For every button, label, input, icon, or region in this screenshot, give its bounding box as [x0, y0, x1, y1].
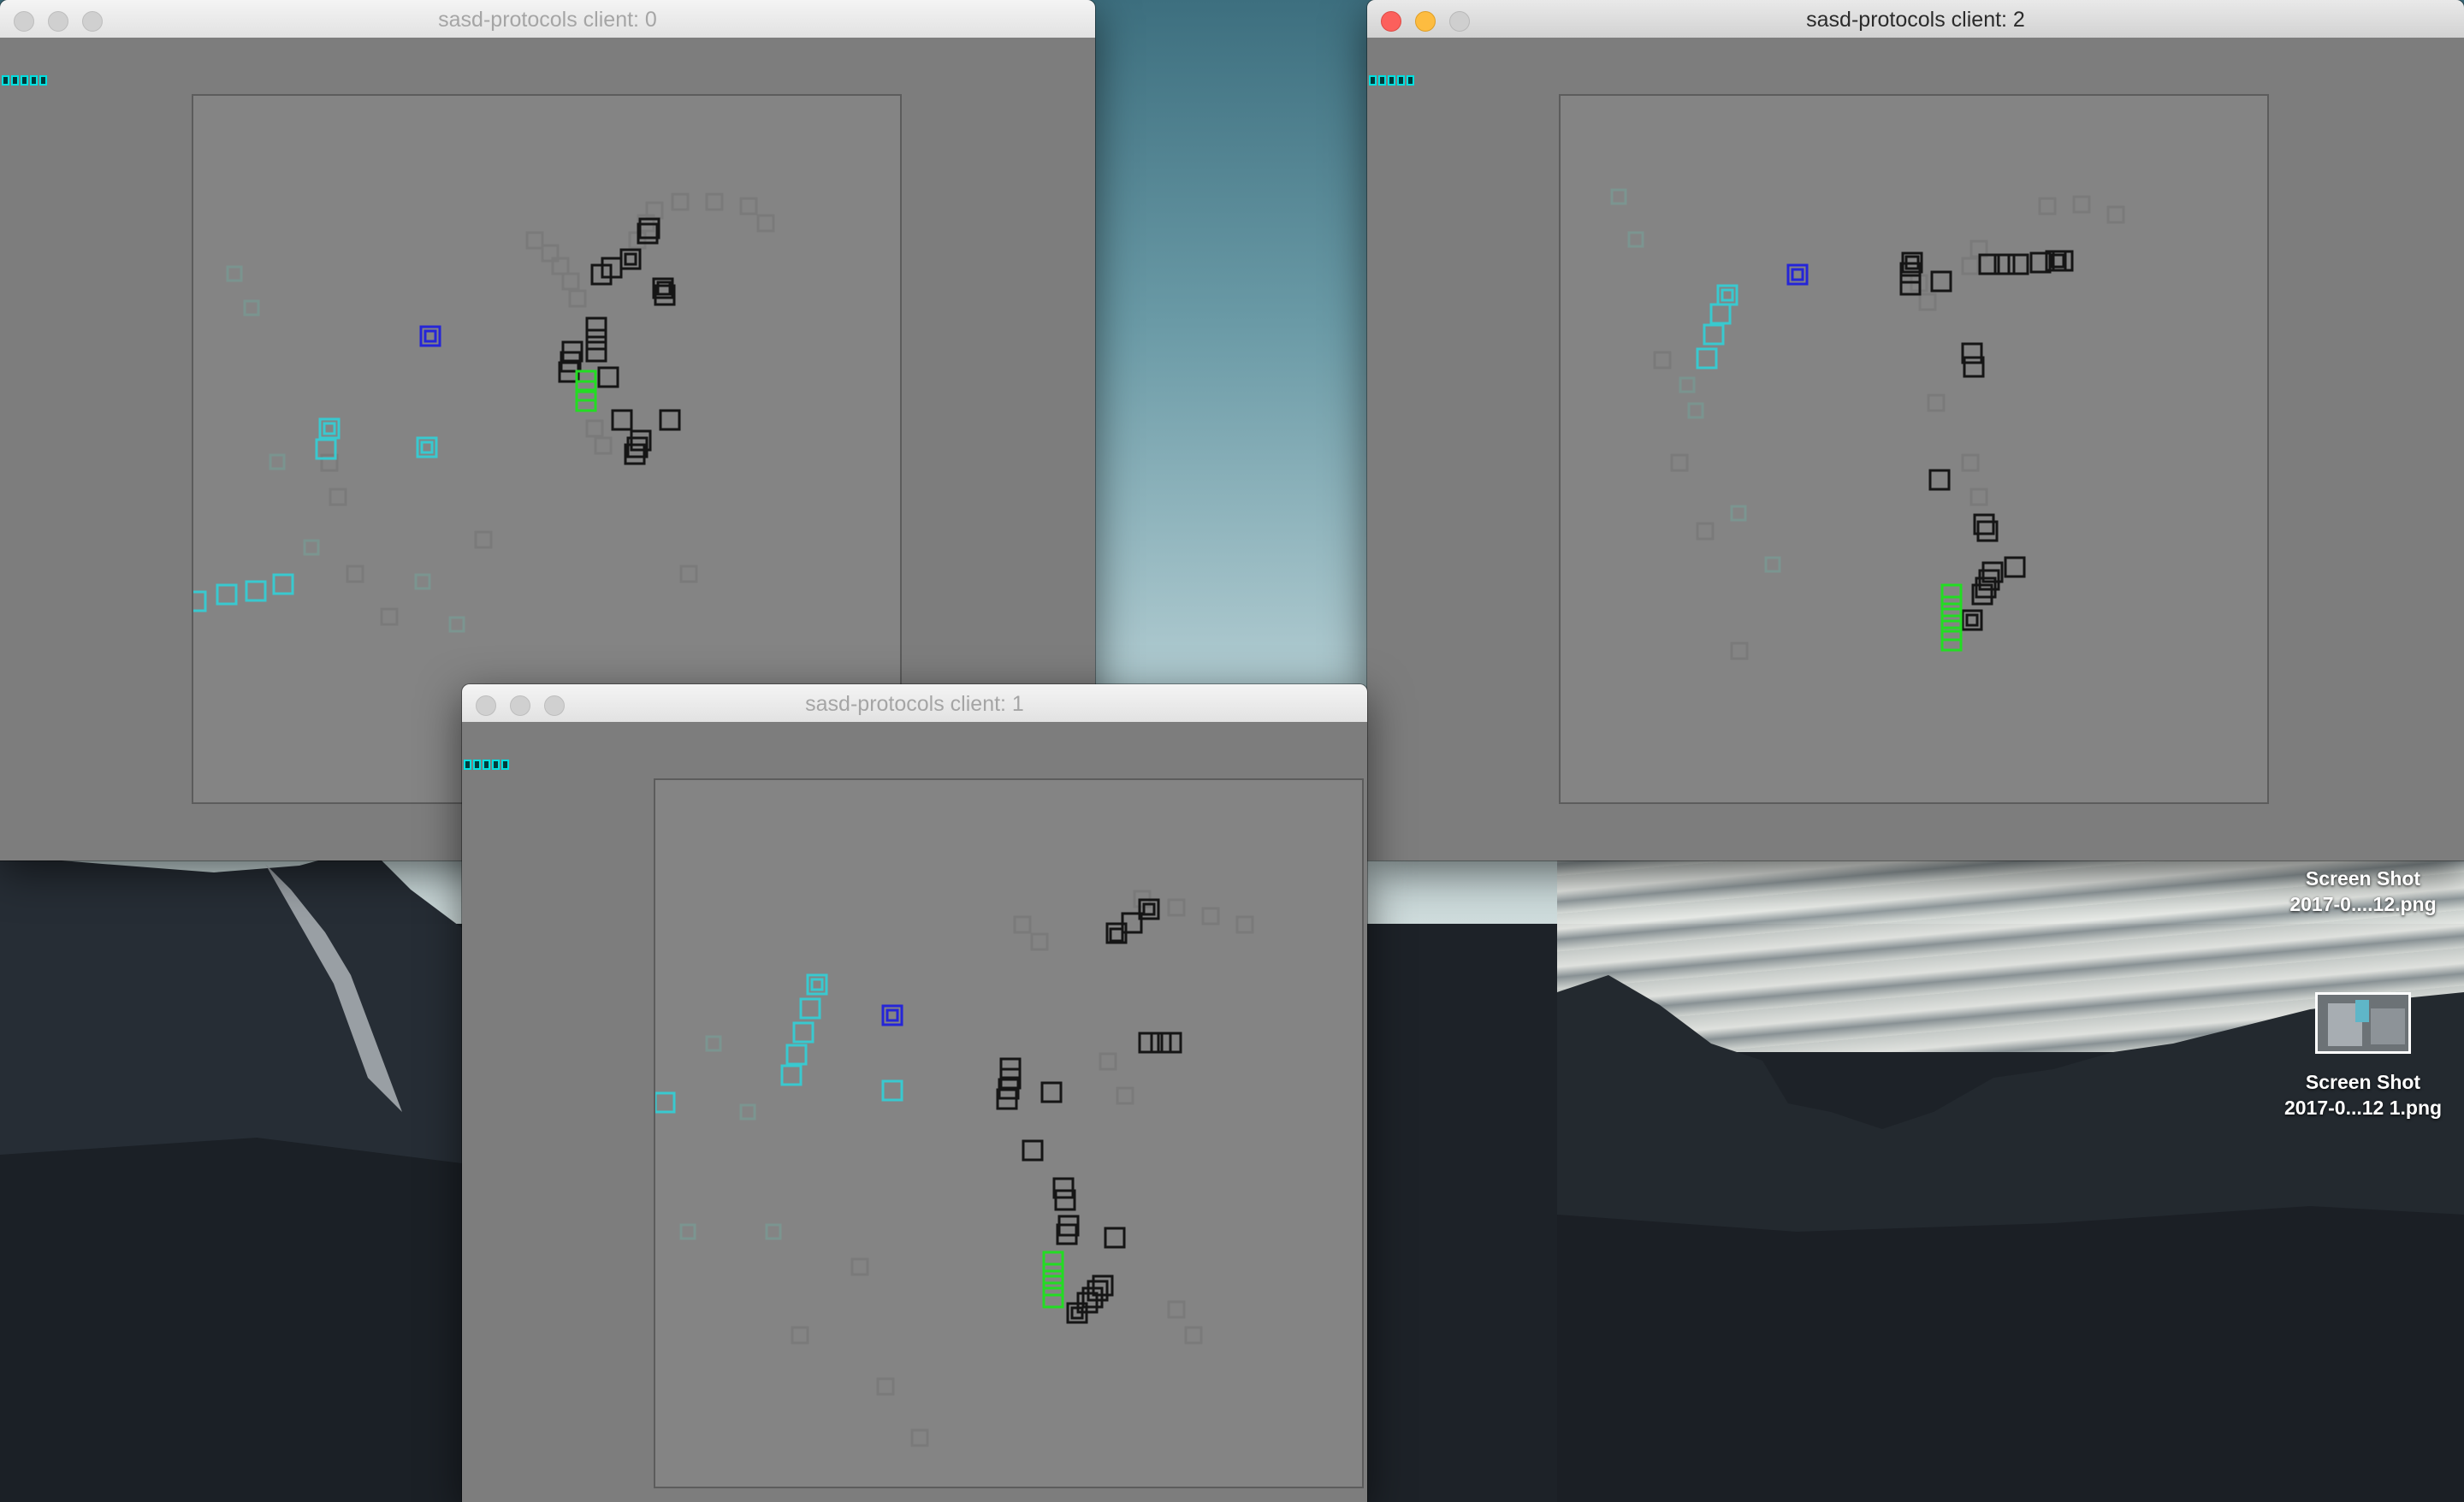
- client-1-titlebar[interactable]: sasd-protocols client: 1: [462, 684, 1367, 723]
- indicator-cell: [483, 760, 490, 770]
- client-0-titlebar[interactable]: sasd-protocols client: 0: [0, 0, 1095, 38]
- file-label-name: Screen Shot: [2305, 1071, 2421, 1093]
- simulation-drawing: [1610, 188, 2125, 660]
- status-indicator: [1369, 75, 1414, 86]
- window-title: sasd-protocols client: 0: [438, 8, 657, 32]
- client-2-titlebar[interactable]: sasd-protocols client: 2: [1367, 0, 2464, 38]
- indicator-cell: [2, 75, 9, 86]
- window-title: sasd-protocols client: 1: [805, 692, 1024, 716]
- indicator-cell: [1369, 75, 1377, 86]
- indicator-cell: [464, 760, 471, 770]
- simulation-canvas[interactable]: [654, 778, 1364, 1488]
- indicator-cell: [1407, 75, 1414, 86]
- indicator-cell: [1397, 75, 1405, 86]
- file-icon: [2315, 992, 2411, 1054]
- file-label-name: Screen Shot: [2305, 867, 2421, 890]
- desktop-file-1[interactable]: Screen Shot 2017-0....12.png: [2260, 855, 2464, 917]
- status-indicator: [464, 760, 509, 770]
- indicator-cell: [1388, 75, 1395, 86]
- indicator-cell: [501, 760, 509, 770]
- indicator-cell: [473, 760, 481, 770]
- client-2-window[interactable]: sasd-protocols client: 2: [1367, 0, 2464, 860]
- window-title: sasd-protocols client: 2: [1806, 8, 2025, 32]
- file-label-file: 2017-0....12.png: [2289, 893, 2437, 915]
- indicator-cell: [1378, 75, 1386, 86]
- client-1-content: [462, 722, 1367, 1502]
- indicator-cell: [492, 760, 500, 770]
- client-1-window[interactable]: sasd-protocols client: 1: [462, 684, 1367, 1502]
- indicator-cell: [21, 75, 28, 86]
- indicator-cell: [30, 75, 38, 86]
- status-indicator: [2, 75, 47, 86]
- desktop-file-2[interactable]: Screen Shot 2017-0...12 1.png: [2260, 992, 2464, 1121]
- file-icon: [2260, 855, 2464, 866]
- indicator-cell: [11, 75, 19, 86]
- file-label-file: 2017-0...12 1.png: [2283, 1097, 2443, 1119]
- simulation-drawing: [655, 890, 1254, 1447]
- client-2-content: [1367, 38, 2464, 860]
- indicator-cell: [39, 75, 47, 86]
- simulation-canvas[interactable]: [1559, 94, 2269, 804]
